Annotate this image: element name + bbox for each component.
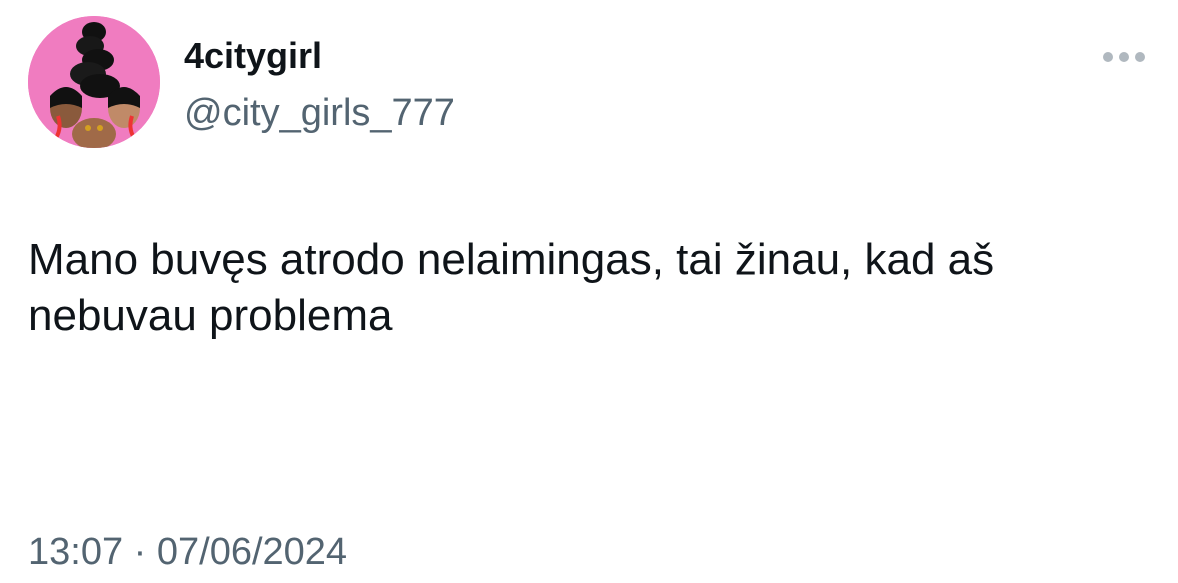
tweet-text: Mano buvęs atrodo nelaimingas, tai žinau… xyxy=(28,235,995,340)
profile-avatar[interactable] xyxy=(28,16,160,148)
author-handle[interactable]: @city_girls_777 xyxy=(184,90,455,136)
avatar-image xyxy=(28,16,160,148)
tweet-card: 4citygirl @city_girls_777 Mano buvęs atr… xyxy=(0,0,1178,583)
tweet-timestamp[interactable]: 13:07 · 07/06/2024 xyxy=(28,528,347,576)
more-options-icon xyxy=(1103,52,1145,62)
author-display-name[interactable]: 4citygirl xyxy=(184,34,322,78)
more-options-button[interactable] xyxy=(1096,40,1152,74)
